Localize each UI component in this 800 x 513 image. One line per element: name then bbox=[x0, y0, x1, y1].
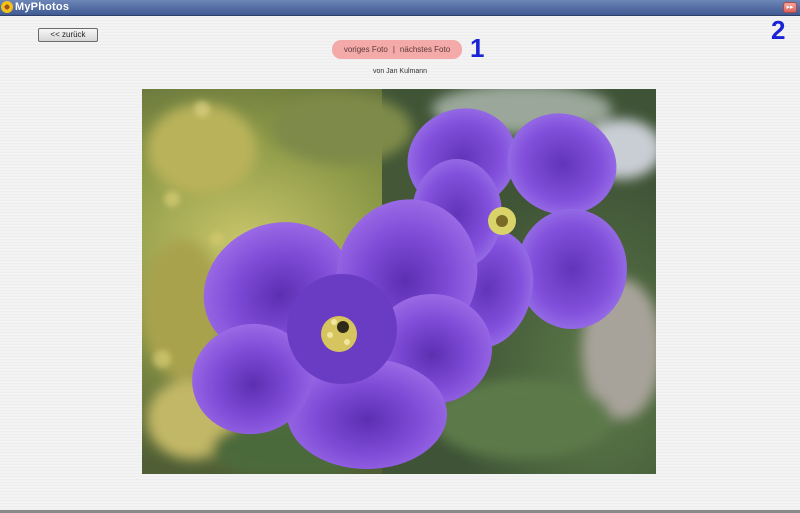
next-photo-link[interactable]: nächstes Foto bbox=[400, 45, 450, 54]
photo-navigation: voriges Foto | nächstes Foto bbox=[332, 40, 462, 59]
annotation-1: 1 bbox=[470, 33, 485, 63]
app-title: MyPhotos bbox=[15, 1, 70, 13]
nav-separator: | bbox=[392, 45, 395, 54]
flower-photo bbox=[142, 89, 656, 474]
photo-credit: von Jan Kulmann bbox=[372, 68, 428, 75]
title-bar: MyPhotos ▸▸ bbox=[0, 0, 800, 16]
back-button[interactable]: << zurück bbox=[38, 28, 98, 42]
previous-photo-link[interactable]: voriges Foto bbox=[344, 45, 388, 54]
annotation-2: 2 bbox=[771, 15, 786, 45]
sunflower-icon bbox=[1, 1, 13, 13]
fast-forward-button[interactable]: ▸▸ bbox=[783, 2, 797, 13]
